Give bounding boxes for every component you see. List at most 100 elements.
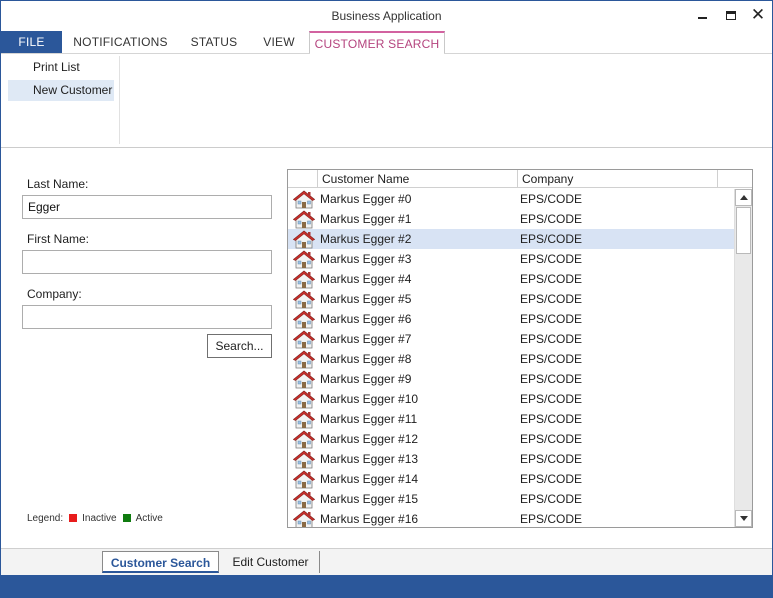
house-icon bbox=[288, 249, 319, 269]
customer-name-cell: Markus Egger #7 bbox=[320, 332, 412, 346]
table-row[interactable]: Markus Egger #7 EPS/CODE bbox=[288, 329, 734, 349]
table-row[interactable]: Markus Egger #2 EPS/CODE bbox=[288, 229, 734, 249]
inactive-swatch bbox=[69, 514, 78, 522]
table-row[interactable]: Markus Egger #13 EPS/CODE bbox=[288, 449, 734, 469]
customer-name-cell: Markus Egger #6 bbox=[320, 312, 412, 326]
company-cell: EPS/CODE bbox=[520, 312, 583, 326]
scroll-up-button[interactable] bbox=[735, 189, 752, 206]
table-row[interactable]: Markus Egger #11 EPS/CODE bbox=[288, 409, 734, 429]
last-name-label: Last Name: bbox=[27, 177, 89, 191]
arrow-down-icon bbox=[739, 516, 748, 521]
table-row[interactable]: Markus Egger #6 EPS/CODE bbox=[288, 309, 734, 329]
bottom-tab-bar: Customer Search Edit Customer bbox=[1, 548, 772, 575]
scroll-down-button[interactable] bbox=[735, 510, 752, 527]
house-icon bbox=[288, 209, 319, 229]
legend-label: Legend: bbox=[27, 512, 64, 524]
new-customer-button[interactable]: New Customer bbox=[8, 80, 114, 101]
header-icon-column[interactable] bbox=[288, 170, 318, 188]
maximize-button[interactable] bbox=[718, 3, 744, 27]
minimize-icon bbox=[697, 17, 707, 19]
legend-active-label: Active bbox=[135, 512, 163, 524]
house-icon bbox=[288, 189, 319, 209]
customer-name-cell: Markus Egger #9 bbox=[320, 372, 412, 386]
table-row[interactable]: Markus Egger #4 EPS/CODE bbox=[288, 269, 734, 289]
window-title: Business Application bbox=[331, 9, 442, 23]
customer-name-cell: Markus Egger #11 bbox=[320, 412, 418, 426]
close-button[interactable]: ✕ bbox=[745, 3, 771, 27]
scroll-thumb[interactable] bbox=[736, 207, 751, 254]
house-icon bbox=[288, 269, 319, 289]
table-row[interactable]: Markus Egger #0 EPS/CODE bbox=[288, 189, 734, 209]
customer-name-cell: Markus Egger #2 bbox=[320, 232, 412, 246]
customer-name-cell: Markus Egger #10 bbox=[320, 392, 419, 406]
customer-name-cell: Markus Egger #14 bbox=[320, 472, 419, 486]
vertical-scrollbar[interactable] bbox=[734, 189, 752, 527]
house-icon bbox=[288, 349, 319, 369]
customer-name-cell: Markus Egger #5 bbox=[320, 292, 412, 306]
house-icon bbox=[288, 369, 319, 389]
house-icon bbox=[288, 509, 319, 527]
ribbon-separator bbox=[119, 56, 120, 144]
customer-name-cell: Markus Egger #4 bbox=[320, 272, 412, 286]
table-row[interactable]: Markus Egger #14 EPS/CODE bbox=[288, 469, 734, 489]
customer-name-cell: Markus Egger #8 bbox=[320, 352, 412, 366]
house-icon bbox=[288, 309, 319, 329]
tab-view[interactable]: VIEW bbox=[255, 31, 303, 54]
table-row[interactable]: Markus Egger #1 EPS/CODE bbox=[288, 209, 734, 229]
close-icon: ✕ bbox=[750, 4, 766, 25]
arrow-up-icon bbox=[739, 195, 748, 200]
ribbon-panel: Print List New Customer bbox=[1, 54, 772, 147]
company-cell: EPS/CODE bbox=[520, 412, 583, 426]
last-name-field[interactable] bbox=[22, 195, 272, 219]
tab-file[interactable]: FILE bbox=[1, 31, 62, 54]
grid-header: Customer Name Company bbox=[288, 170, 752, 188]
customer-name-cell: Markus Egger #0 bbox=[320, 192, 412, 206]
company-cell: EPS/CODE bbox=[520, 272, 583, 286]
company-cell: EPS/CODE bbox=[520, 292, 583, 306]
house-icon bbox=[288, 289, 319, 309]
active-swatch bbox=[122, 514, 131, 522]
table-row[interactable]: Markus Egger #5 EPS/CODE bbox=[288, 289, 734, 309]
company-cell: EPS/CODE bbox=[520, 212, 583, 226]
house-icon bbox=[288, 429, 319, 449]
table-row[interactable]: Markus Egger #12 EPS/CODE bbox=[288, 429, 734, 449]
tab-notifications[interactable]: NOTIFICATIONS bbox=[70, 31, 171, 54]
customer-search-view: Last Name: First Name: Company: Search..… bbox=[1, 148, 772, 548]
company-cell: EPS/CODE bbox=[520, 332, 583, 346]
house-icon bbox=[288, 329, 319, 349]
header-customer-name[interactable]: Customer Name bbox=[318, 170, 518, 188]
table-row[interactable]: Markus Egger #8 EPS/CODE bbox=[288, 349, 734, 369]
house-icon bbox=[288, 449, 319, 469]
tab-customer-search-view[interactable]: Customer Search bbox=[102, 551, 219, 573]
company-field[interactable] bbox=[22, 305, 272, 329]
table-row[interactable]: Markus Egger #16 EPS/CODE bbox=[288, 509, 734, 527]
tab-customer-search[interactable]: CUSTOMER SEARCH bbox=[309, 31, 445, 55]
customer-grid[interactable]: Customer Name Company Markus Egger #0 EPS… bbox=[287, 169, 753, 528]
house-icon bbox=[288, 469, 319, 489]
house-icon bbox=[288, 489, 319, 509]
customer-name-cell: Markus Egger #13 bbox=[320, 452, 419, 466]
house-icon bbox=[288, 229, 319, 249]
legend: Legend: Inactive Active bbox=[27, 511, 163, 525]
header-company[interactable]: Company bbox=[518, 170, 718, 188]
company-cell: EPS/CODE bbox=[520, 432, 583, 446]
customer-name-cell: Markus Egger #1 bbox=[320, 212, 412, 226]
title-bar: Business Application ✕ bbox=[1, 1, 772, 31]
print-list-button[interactable]: Print List bbox=[8, 57, 114, 78]
first-name-field[interactable] bbox=[22, 250, 272, 274]
customer-name-cell: Markus Egger #15 bbox=[320, 492, 419, 506]
tab-status[interactable]: STATUS bbox=[184, 31, 244, 54]
company-cell: EPS/CODE bbox=[520, 512, 583, 526]
table-row[interactable]: Markus Egger #9 EPS/CODE bbox=[288, 369, 734, 389]
table-row[interactable]: Markus Egger #10 EPS/CODE bbox=[288, 389, 734, 409]
ribbon-tab-bar: FILE NOTIFICATIONS STATUS VIEW CUSTOMER … bbox=[1, 31, 772, 55]
company-cell: EPS/CODE bbox=[520, 392, 583, 406]
house-icon bbox=[288, 409, 319, 429]
table-row[interactable]: Markus Egger #3 EPS/CODE bbox=[288, 249, 734, 269]
search-button[interactable]: Search... bbox=[207, 334, 272, 358]
app-window: Business Application ✕ FILE NOTIFICATION… bbox=[0, 0, 773, 598]
minimize-button[interactable] bbox=[689, 3, 715, 27]
table-row[interactable]: Markus Egger #15 EPS/CODE bbox=[288, 489, 734, 509]
first-name-label: First Name: bbox=[27, 232, 90, 246]
tab-edit-customer[interactable]: Edit Customer bbox=[222, 551, 320, 573]
